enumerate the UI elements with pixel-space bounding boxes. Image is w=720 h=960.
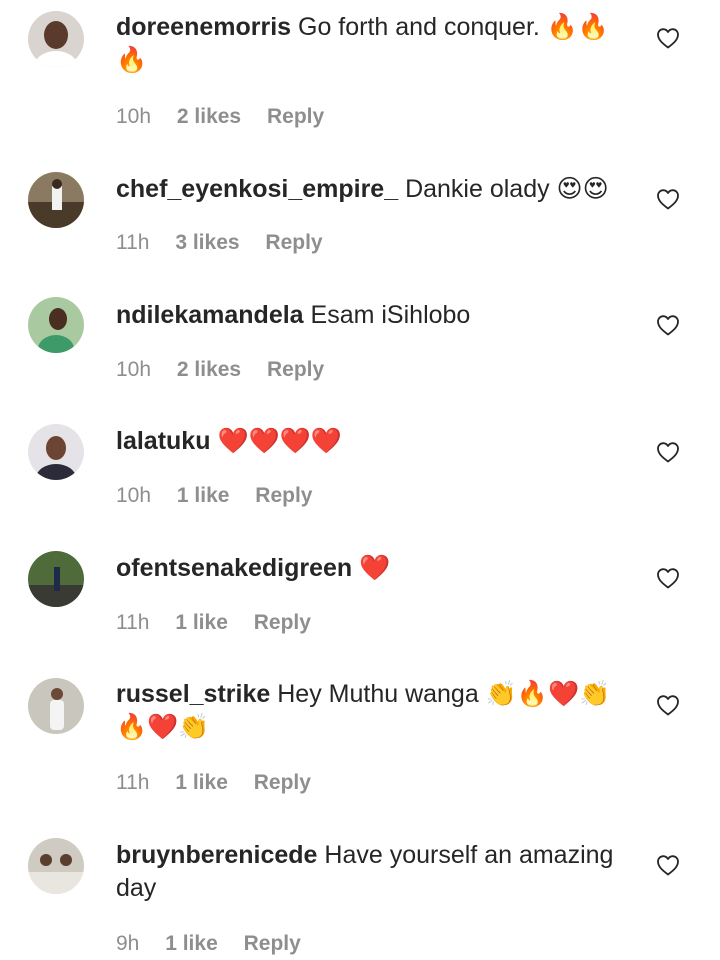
comment-likes[interactable]: 1 like (165, 932, 218, 955)
comment-body: bruynberenicede Have yourself an amazing… (116, 839, 636, 905)
comment-time: 11h (116, 771, 150, 794)
like-heart-icon[interactable] (656, 27, 680, 49)
comment-meta: 10h 2 likes Reply (116, 104, 344, 130)
comment-time: 11h (116, 231, 150, 254)
comment-likes[interactable]: 1 like (177, 484, 230, 507)
comment-username[interactable]: doreenemorris (116, 13, 291, 41)
comment-username[interactable]: bruynberenicede (116, 841, 317, 869)
comment-likes[interactable]: 1 like (175, 771, 228, 794)
avatar[interactable] (28, 838, 84, 894)
comment-text: ❤️ (359, 554, 391, 582)
reply-button[interactable]: Reply (254, 771, 311, 794)
comment-likes[interactable]: 2 likes (177, 358, 241, 381)
like-heart-icon[interactable] (656, 567, 680, 589)
comment-meta: 9h 1 like Reply (116, 931, 321, 957)
reply-button[interactable]: Reply (244, 932, 301, 955)
comment-text: ❤️❤️❤️❤️ (217, 427, 342, 455)
comment-likes[interactable]: 2 likes (177, 105, 241, 128)
comment-body: lalatuku ❤️❤️❤️❤️ (116, 425, 636, 458)
like-heart-icon[interactable] (656, 441, 680, 463)
comment-meta: 11h 1 like Reply (116, 770, 331, 796)
avatar[interactable] (28, 678, 84, 734)
comment-username[interactable]: chef_eyenkosi_empire_ (116, 175, 398, 203)
comment-time: 10h (116, 484, 152, 507)
like-heart-icon[interactable] (656, 694, 680, 716)
reply-button[interactable]: Reply (267, 358, 324, 381)
comment-body: chef_eyenkosi_empire_ Dankie olady 😍😍 (116, 173, 636, 206)
reply-button[interactable]: Reply (267, 105, 324, 128)
comment-body: ofentsenakedigreen ❤️ (116, 552, 636, 585)
comment-username[interactable]: russel_strike (116, 680, 270, 708)
comment-username[interactable]: ofentsenakedigreen (116, 554, 352, 582)
like-heart-icon[interactable] (656, 188, 680, 210)
comment-time: 10h (116, 105, 152, 128)
comment-body: ndilekamandela Esam iSihlobo (116, 299, 636, 332)
comment-likes[interactable]: 1 like (175, 611, 228, 634)
comment-time: 10h (116, 358, 152, 381)
comment-time: 11h (116, 611, 150, 634)
reply-button[interactable]: Reply (254, 611, 311, 634)
comment-meta: 11h 3 likes Reply (116, 230, 343, 256)
comment-username[interactable]: lalatuku (116, 427, 210, 455)
comment-meta: 10h 2 likes Reply (116, 357, 344, 383)
avatar[interactable] (28, 297, 84, 353)
comment-time: 9h (116, 932, 140, 955)
comment-text: Esam iSihlobo (310, 301, 471, 329)
comment-body: doreenemorris Go forth and conquer. 🔥🔥🔥 (116, 11, 636, 77)
comment-likes[interactable]: 3 likes (175, 231, 239, 254)
like-heart-icon[interactable] (656, 854, 680, 876)
avatar[interactable] (28, 172, 84, 228)
comment-meta: 11h 1 like Reply (116, 610, 331, 636)
reply-button[interactable]: Reply (265, 231, 322, 254)
like-heart-icon[interactable] (656, 314, 680, 336)
avatar[interactable] (28, 424, 84, 480)
comment-meta: 10h 1 like Reply (116, 483, 332, 509)
comment-text: Dankie olady 😍😍 (405, 175, 609, 203)
comment-body: russel_strike Hey Muthu wanga 👏🔥❤️👏🔥❤️👏 (116, 678, 636, 744)
avatar[interactable] (28, 551, 84, 607)
comment-username[interactable]: ndilekamandela (116, 301, 304, 329)
avatar[interactable] (28, 11, 84, 67)
reply-button[interactable]: Reply (255, 484, 312, 507)
